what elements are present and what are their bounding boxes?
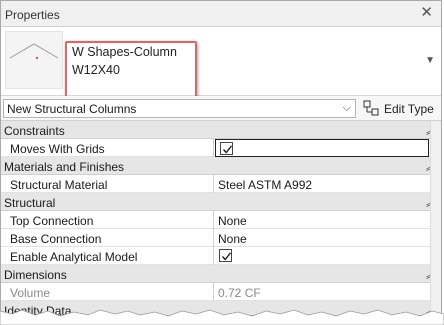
property-value[interactable]: None <box>218 232 247 246</box>
group-materials-and-finishes[interactable]: Materials and Finishes ︽ <box>1 157 441 175</box>
instance-filter-row: New Structural Columns ⌵ Edit Type <box>1 96 441 121</box>
property-row-structural-material[interactable]: Structural Material Steel ASTM A992 <box>1 175 441 193</box>
group-constraints[interactable]: Constraints ︽ <box>1 121 441 139</box>
type-selector[interactable]: W Shapes-Column W12X40 ▼ <box>1 27 441 98</box>
property-value[interactable]: Steel ASTM A992 <box>218 178 312 192</box>
type-preview-thumbnail <box>5 31 63 89</box>
property-name: Top Connection <box>10 214 94 228</box>
close-icon[interactable]: ✕ <box>420 5 433 21</box>
instance-filter-dropdown[interactable]: New Structural Columns ⌵ <box>3 99 356 118</box>
property-value[interactable]: None <box>218 214 247 228</box>
edit-type-label: Edit Type <box>384 102 434 116</box>
torn-edge-decoration <box>0 309 444 325</box>
instance-filter-value: New Structural Columns <box>7 102 137 116</box>
property-name: Moves With Grids <box>10 142 105 156</box>
chevron-down-icon: ⌵ <box>342 102 351 114</box>
edit-type-button[interactable]: Edit Type <box>363 99 439 118</box>
enable-analytical-model-checkbox[interactable] <box>219 249 232 262</box>
annotation-highlight-box <box>65 41 197 98</box>
property-name: Base Connection <box>10 232 102 246</box>
property-row-base-connection[interactable]: Base Connection None <box>1 229 441 247</box>
edit-type-icon <box>363 100 379 116</box>
property-row-volume: Volume 0.72 CF <box>1 283 441 301</box>
property-name: Enable Analytical Model <box>10 250 138 264</box>
vertical-scrollbar[interactable] <box>430 121 441 315</box>
property-name: Structural Material <box>10 178 108 192</box>
properties-palette: Properties ✕ W Shapes-Column W12X40 ▼ Ne… <box>0 0 442 316</box>
group-label: Dimensions <box>4 268 67 282</box>
group-label: Structural <box>4 196 56 210</box>
group-dimensions[interactable]: Dimensions ︽ <box>1 265 441 283</box>
properties-grid: Constraints ︽ Moves With Grids Materials… <box>1 121 441 315</box>
group-structural[interactable]: Structural ︽ <box>1 193 441 211</box>
property-value: 0.72 CF <box>218 286 261 300</box>
moves-with-grids-checkbox[interactable] <box>220 142 233 155</box>
palette-titlebar: Properties ✕ <box>1 1 441 27</box>
property-row-moves-with-grids[interactable]: Moves With Grids <box>1 139 441 157</box>
group-label: Constraints <box>4 124 65 138</box>
chevron-down-icon[interactable]: ▼ <box>425 55 435 66</box>
property-row-enable-analytical-model[interactable]: Enable Analytical Model <box>1 247 441 265</box>
group-label: Materials and Finishes <box>4 160 125 174</box>
palette-title: Properties <box>5 8 60 22</box>
property-name: Volume <box>10 286 51 300</box>
property-row-top-connection[interactable]: Top Connection None <box>1 211 441 229</box>
